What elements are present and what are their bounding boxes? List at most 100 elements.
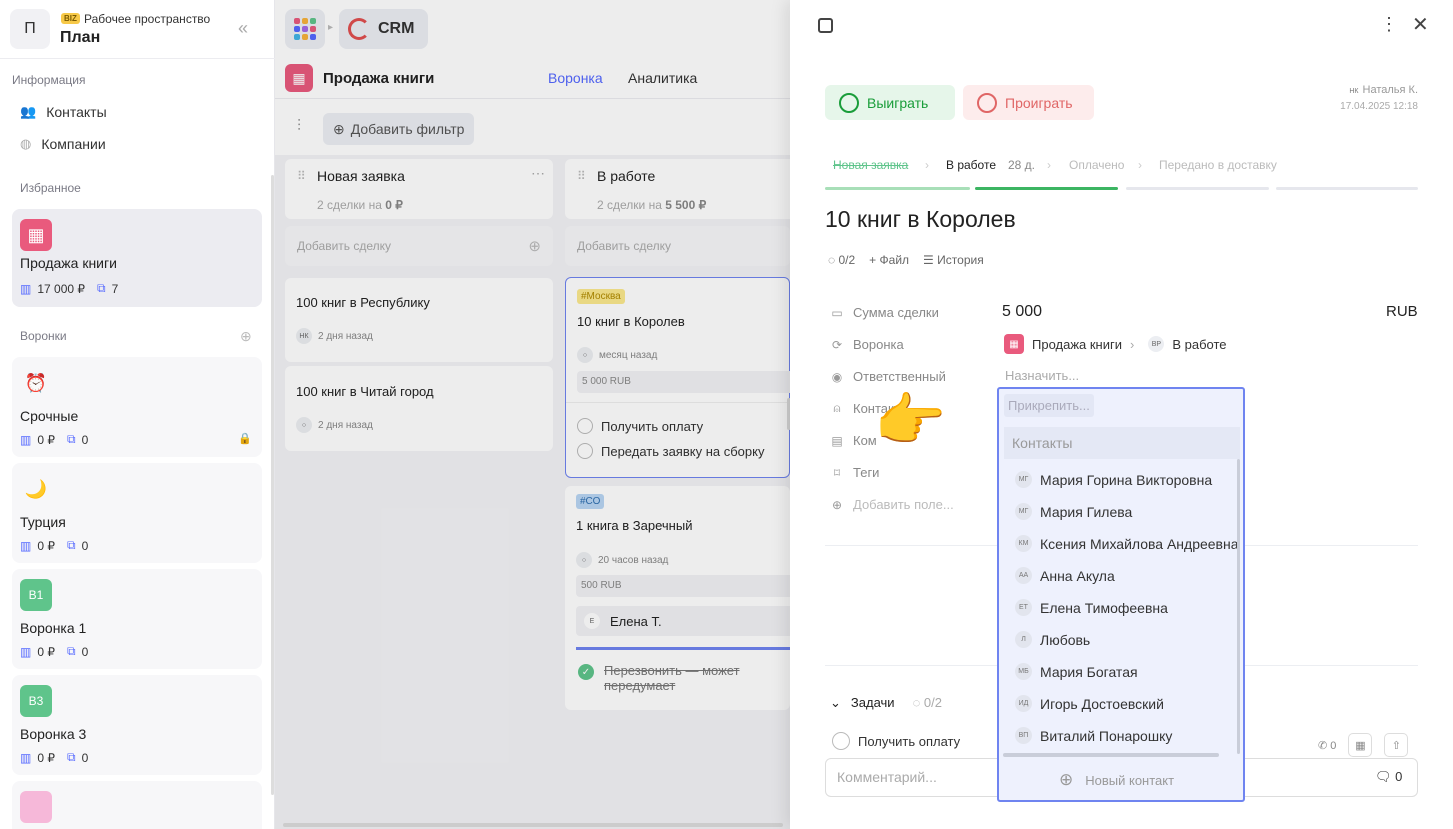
calendar-icon[interactable]: ▦ [1348,733,1373,757]
sidebar: П BIZ Рабочее пространство План « Информ… [0,0,275,829]
contact-option[interactable]: МГ Мария Гилева [1015,503,1132,520]
funnel-name: Продажа книги [1032,336,1123,352]
progress-action[interactable]: ◌ 0/2 [828,253,855,267]
comment-count[interactable]: 🗨 0 [1375,769,1402,785]
contact-option[interactable]: АА Анна Акула [1015,567,1115,584]
funnel-card-turkey[interactable]: 🌙 Турция ▥ 0 ₽ ⧉ 0 [12,463,262,563]
new-contact-button[interactable]: ⊕ Новый контакт [1059,770,1174,790]
sidebar-toggle-icon[interactable] [818,18,833,33]
sum-value[interactable]: 5 000 [1002,303,1042,321]
author: НК Наталья К. [1349,84,1418,96]
chevron-right-icon: › [925,158,929,172]
contact-option[interactable]: МБ Мария Богатая [1015,663,1138,680]
deal-title[interactable]: 10 книг в Королев [825,206,1016,233]
funnel-card-urgent[interactable]: ⏰ Срочные ▥ 0 ₽ ⧉ 0 🔒 [12,357,262,457]
avatar: МБ [1015,663,1032,680]
contact-option[interactable]: МГ Мария Горина Викторовна [1015,471,1212,488]
favorite-count: 7 [111,281,119,296]
sidebar-item-companies[interactable]: ◍ Компании [20,136,106,152]
favorite-title: Продажа книги [20,255,117,271]
biz-badge: BIZ [61,13,80,24]
more-vertical-icon[interactable]: ⋮ [1380,14,1398,35]
stage-delivery[interactable]: Передано в доставку [1159,158,1277,172]
workspace-avatar[interactable]: П [10,9,50,49]
funnel-card-v3[interactable]: В3 Воронка 3 ▥ 0 ₽ ⧉ 0 [12,675,262,775]
avatar: ИД [1015,695,1032,712]
avatar: НК [1349,88,1359,95]
circle-icon [977,92,997,113]
funnel-card-v1[interactable]: В1 Воронка 1 ▥ 0 ₽ ⧉ 0 [12,569,262,669]
stage-new[interactable]: Новая заявка [833,158,908,172]
tag-icon: ⌑ [833,465,841,480]
currency[interactable]: RUB [1386,303,1418,320]
sidebar-scrollbar[interactable] [271,175,274,795]
tasks-header[interactable]: ⌄ Задачи ◌ 0/2 [830,695,942,711]
building-icon: ▤ [831,433,843,448]
history-action[interactable]: ☰ История [923,253,984,267]
field-responsible: ◉ Ответственный [831,369,946,384]
upload-icon[interactable]: ⇧ [1384,733,1409,757]
funnel-count: 0 [81,644,89,659]
contact-option[interactable]: Л Любовь [1015,631,1090,648]
add-funnel-icon[interactable]: ⊕ [240,328,252,345]
section-favorites-title: Избранное [20,181,81,195]
funnel-badge: В3 [20,685,52,717]
chevron-right-icon: › [1047,158,1051,172]
avatar: ВП [1015,727,1032,744]
stage-in-progress[interactable]: В работе [946,158,996,172]
deals-icon: ⧉ [67,538,76,552]
checkbox-icon[interactable] [832,732,850,750]
moon-icon: 🌙 [24,478,48,499]
field-funnel: ⟳ Воронка [831,337,904,352]
contact-dropdown: Прикрепить... Контакты МГ Мария Горина Ви… [997,387,1245,802]
file-action[interactable]: + Файл [869,253,909,267]
win-button[interactable]: Выиграть [825,85,955,120]
deal-actions: ◌ 0/2 + Файл ☰ История [828,253,984,267]
contact-option[interactable]: КМ Ксения Михайлова Андреевна [1015,535,1239,552]
favorite-amount: 17 000 ₽ [37,281,86,296]
alarm-clock-icon: ⏰ [24,372,48,393]
task-item[interactable]: Получить оплату [832,732,960,750]
add-field-button[interactable]: ⊕ Добавить поле... [830,497,954,512]
calendar-icon: ▦ [20,219,52,251]
funnel-badge: В1 [20,579,52,611]
chart-icon: ▥ [20,432,32,447]
favorite-card-book-sale[interactable]: ▦ Продажа книги ▥ 17 000 ₽ ⧉ 7 [12,209,262,307]
funnel-title: Воронка 1 [20,620,87,636]
close-icon[interactable]: ✕ [1412,12,1429,37]
funnel-title: Срочные [20,408,79,424]
lose-button[interactable]: Проиграть [963,85,1094,120]
dropdown-scrollbar-vertical[interactable] [1237,459,1240,754]
field-company: ▤ Ком [831,433,877,448]
divider [0,58,275,59]
field-tags: ⌑ Теги [830,465,880,480]
deals-icon: ⧉ [67,432,76,446]
refresh-icon: ⟳ [831,337,843,352]
funnel-value[interactable]: ▦ Продажа книги › ВР В работе [1004,334,1227,354]
deals-icon: ⧉ [67,644,76,658]
stage-paid[interactable]: Оплачено [1069,158,1124,172]
card-icon: ▭ [831,305,843,320]
dropdown-scrollbar-horizontal[interactable] [1003,753,1219,757]
contact-option[interactable]: ЕТ Елена Тимофеевна [1015,599,1168,616]
chart-icon: ▥ [20,644,32,659]
sidebar-item-label: Компании [41,136,106,152]
lock-icon: 🔒 [238,433,252,445]
contact-option[interactable]: ВП Виталий Понарошку [1015,727,1172,744]
contact-option[interactable]: ИД Игорь Достоевский [1015,695,1164,712]
workspace-name[interactable]: Рабочее пространство [84,12,210,26]
stage-bar [1276,187,1418,190]
avatar: МГ [1015,471,1032,488]
attach-input[interactable]: Прикрепить... [1004,394,1094,417]
assign-input[interactable]: Назначить... [1005,368,1079,383]
collapse-sidebar-icon[interactable]: « [238,18,248,39]
funnel-card-partial[interactable] [12,781,262,829]
board-scrollbar[interactable] [283,823,783,827]
funnel-title: Воронка 3 [20,726,87,742]
funnel-amount: 0 ₽ [37,750,55,765]
chevron-right-icon: › [1130,336,1135,352]
avatar: МГ [1015,503,1032,520]
avatar: АА [1015,567,1032,584]
phone-icon[interactable]: ✆ 0 [1318,739,1336,752]
sidebar-item-contacts[interactable]: 👥 Контакты [20,104,107,120]
